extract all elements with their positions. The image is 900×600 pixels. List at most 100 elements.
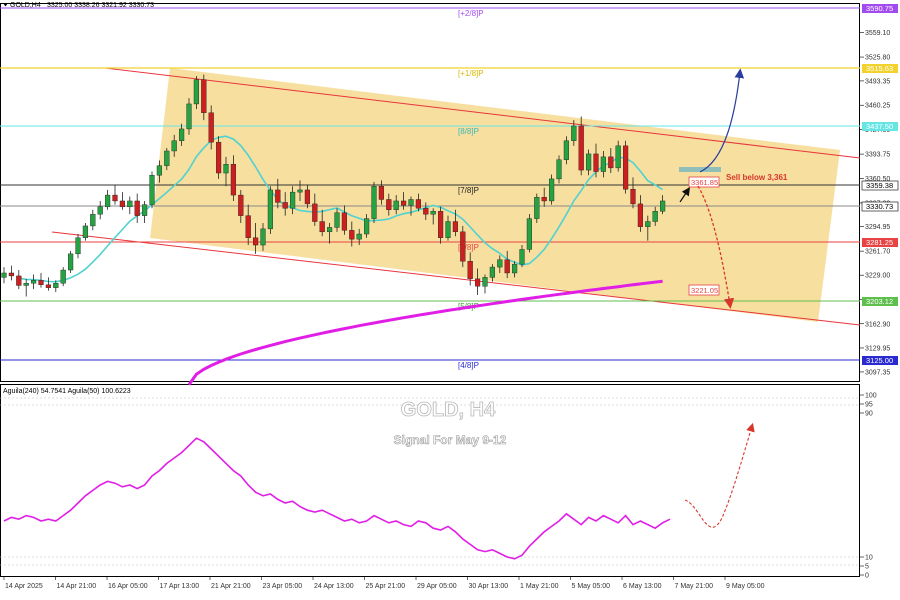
candle-body xyxy=(445,221,451,238)
candle-body xyxy=(652,211,658,222)
candle-body xyxy=(282,202,288,209)
x-tick-label: 30 Apr 13:00 xyxy=(469,583,509,590)
watermark-title: GOLD, H4 xyxy=(401,399,496,421)
x-tick-label: 14 Apr 21:00 xyxy=(57,583,97,590)
candle-body xyxy=(156,165,163,176)
candle-body xyxy=(215,141,222,174)
candle-body xyxy=(245,215,251,238)
candle-body xyxy=(134,200,140,216)
x-tick-label: 23 Apr 05:00 xyxy=(263,583,303,590)
candle-body xyxy=(171,140,177,152)
candle-body xyxy=(571,125,577,141)
candle-body xyxy=(512,263,518,274)
tag-4-8: 3125.00 xyxy=(866,356,893,365)
tag-7-8: 3359.38 xyxy=(866,181,893,190)
candle-body xyxy=(208,112,214,143)
candle-body xyxy=(104,194,111,208)
candle-body xyxy=(349,230,355,240)
candle-body xyxy=(75,237,81,255)
sell-below-label: Sell below 3,361 xyxy=(726,173,788,182)
x-tick-label: 21 Apr 21:00 xyxy=(211,583,251,590)
candle-body xyxy=(615,145,621,169)
candle-body xyxy=(645,221,651,227)
candle-body xyxy=(127,200,133,208)
candle xyxy=(460,225,466,268)
x-tick-label: 25 Apr 21:00 xyxy=(366,583,406,590)
candle-body xyxy=(45,284,52,288)
osc-tick-label: 0 xyxy=(865,573,869,580)
candle-body xyxy=(541,197,547,202)
x-tick-label: 9 May 05:00 xyxy=(726,583,765,590)
candle-body xyxy=(341,212,348,231)
candle-body xyxy=(186,103,192,130)
tag-plus1: 3515.63 xyxy=(866,64,893,73)
x-tick-label: 29 Apr 05:00 xyxy=(417,583,457,590)
candle-body xyxy=(660,200,666,212)
candle-body xyxy=(119,200,126,208)
candle xyxy=(215,136,222,179)
candle-body xyxy=(164,150,170,166)
y-tick-label: 3525.80 xyxy=(865,55,890,62)
x-tick-label: 14 Apr 2025 xyxy=(5,583,43,590)
candle-body xyxy=(238,194,244,216)
candle-body xyxy=(586,153,592,171)
sell-zone xyxy=(679,167,721,172)
candle-body xyxy=(623,145,629,190)
candle xyxy=(623,140,629,194)
candle-body xyxy=(549,178,555,202)
candle-body xyxy=(415,199,422,209)
candle-body xyxy=(304,189,311,205)
candle-body xyxy=(23,283,29,286)
y-tick-label: 3493.35 xyxy=(865,78,890,85)
x-tick-label: 1 May 21:00 xyxy=(520,583,559,590)
tag-current: 3330.73 xyxy=(866,202,893,211)
candle-body xyxy=(275,189,281,203)
level-label-8-8: [8/8]P xyxy=(458,127,479,136)
osc-tick-label: 10 xyxy=(865,555,873,562)
candle xyxy=(193,76,200,110)
candle-body xyxy=(334,212,340,228)
candle-body xyxy=(97,206,103,215)
candle-body xyxy=(408,199,414,206)
candle-body xyxy=(556,159,562,180)
candle-body xyxy=(519,249,525,265)
candle-body xyxy=(53,283,59,288)
candle xyxy=(67,250,74,273)
candle-body xyxy=(526,218,533,250)
candle-body xyxy=(297,189,303,193)
candle-body xyxy=(497,259,503,268)
candle-body xyxy=(8,272,15,277)
candle-body xyxy=(608,156,614,169)
candle-body xyxy=(378,186,385,200)
candle-body xyxy=(534,197,540,219)
candle-body xyxy=(475,278,481,287)
candle-body xyxy=(82,225,89,238)
candle xyxy=(371,181,377,223)
symbol-label: GOLD,H4 xyxy=(10,2,41,9)
y-tick-label: 3460.25 xyxy=(865,103,890,110)
candle xyxy=(60,267,66,287)
level-label-plus2: [+2/8]P xyxy=(458,9,484,18)
gold-h4-chart[interactable]: [+2/8]P [+1/8]P [8/8]P [7/8]P [6/8]P [5/… xyxy=(0,0,900,600)
candle xyxy=(534,193,540,223)
candle-body xyxy=(460,231,466,262)
candle-body xyxy=(467,261,473,280)
box-3221-text: 3221.05 xyxy=(691,286,718,295)
y-tick-label: 3294.95 xyxy=(865,224,890,231)
candle-body xyxy=(504,259,510,274)
osc-tick-label: 100 xyxy=(865,393,877,400)
candle-body xyxy=(267,189,274,230)
candle-body xyxy=(630,188,636,205)
y-tick-label: 3129.95 xyxy=(865,345,890,352)
y-tick-label: 3097.35 xyxy=(865,369,890,376)
candle-body xyxy=(393,200,399,210)
level-label-plus1: [+1/8]P xyxy=(458,69,484,78)
y-tick-label: 3393.75 xyxy=(865,152,890,159)
candle-body xyxy=(312,203,318,222)
candle-body xyxy=(252,237,259,246)
x-tick-label: 5 May 05:00 xyxy=(572,583,611,590)
candle-body xyxy=(364,218,370,235)
candle-body xyxy=(438,211,444,238)
candle-body xyxy=(319,221,325,233)
osc-tick-label: 5 xyxy=(865,564,869,571)
